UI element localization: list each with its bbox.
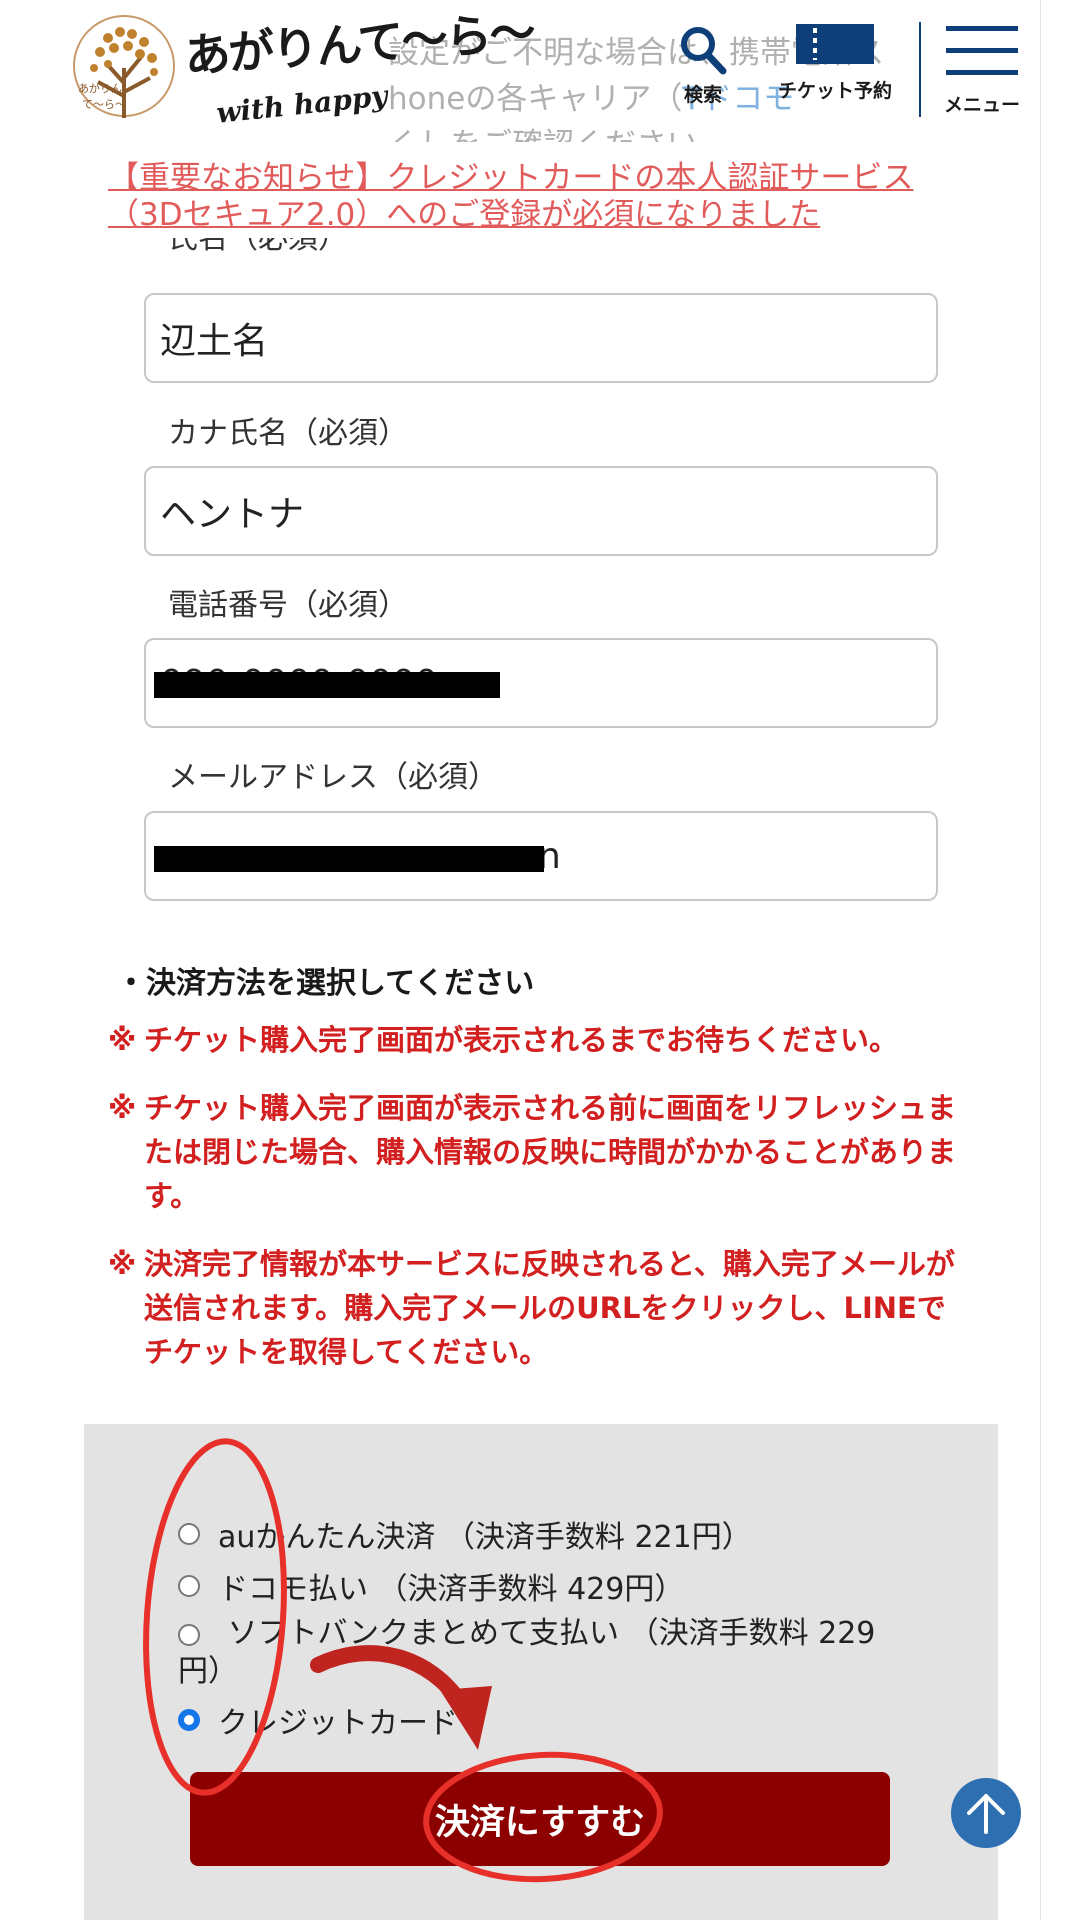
payment-option-credit-card[interactable]: クレジットカード [178,1698,458,1742]
search-icon [681,27,727,75]
search-label: 検索 [683,84,722,106]
option-label: auかんたん決済 （決済手数料 221円） [218,1520,752,1555]
page: 設定がご不明な場合は、携帯電話ス honeの各キャリア（Tドコモ くしをご確認く… [0,0,1040,1920]
option-label: クレジットカード [218,1706,458,1741]
svg-text:て〜ら〜: て〜ら〜 [82,98,126,111]
ticket-icon [796,24,874,64]
name-input[interactable]: 辺土名 [144,293,938,383]
payment-option-softbank[interactable]: ソフトバンクまとめて支払い （決済手数料 229円） [178,1615,898,1691]
scrollbar-track[interactable] [1040,0,1080,1920]
phone-field-label: 電話番号（必須） [168,588,408,623]
payment-option-au[interactable]: auかんたん決済 （決済手数料 221円） [178,1512,752,1556]
site-header: 設定がご不明な場合は、携帯電話ス honeの各キャリア（Tドコモ くしをご確認く… [0,0,1040,142]
kana-field-label: カナ氏名（必須） [168,416,408,451]
logo-tree-icon[interactable]: あがりん て〜ら〜 [68,8,180,132]
kana-input[interactable]: ヘントナ [144,466,938,556]
important-notice-link[interactable]: 【重要なお知らせ】クレジットカードの本人認証サービス （3Dセキュア2.0）へのご… [108,160,928,234]
name-field-label: 氏名（必須） [168,238,348,256]
radio-button[interactable] [178,1624,200,1646]
ticket-label: チケット予約 [777,80,892,102]
warning-text-2: ※ チケット購入完了画面が表示される前に画面をリフレッシュまたは閉じた場合、購入情… [108,1091,957,1213]
option-label: ドコモ払い （決済手数料 429円） [218,1572,685,1607]
radio-button[interactable] [178,1575,200,1597]
radio-button-selected[interactable] [178,1709,200,1731]
site-logo[interactable]: あがりんて〜ら〜 with happy [180,0,535,140]
warning-text-1: ※ チケット購入完了画面が表示されるまでお待ちください。 [108,1023,899,1057]
option-label: ソフトバンクまとめて支払い （決済手数料 229円） [178,1616,876,1689]
header-divider [919,22,921,117]
payment-method-heading: ・決済方法を選択してください [116,966,535,1001]
arrow-up-icon [967,1794,1005,1834]
email-redaction [154,846,544,872]
proceed-to-payment-button[interactable]: 決済にすすむ [190,1772,890,1866]
menu-label: メニュー [943,94,1020,116]
warning-text-3: ※ 決済完了情報が本サービスに反映されると、購入完了メールが送信されます。購入完了… [108,1247,955,1369]
menu-button[interactable]: メニュー [928,22,1036,117]
back-to-top-button[interactable] [951,1778,1021,1848]
phone-redaction [154,672,500,698]
payment-option-docomo[interactable]: ドコモ払い （決済手数料 429円） [178,1564,684,1608]
email-field-label: メールアドレス（必須） [168,760,498,795]
search-button[interactable]: 検索 [668,24,738,107]
radio-button[interactable] [178,1523,200,1545]
hamburger-icon [946,26,1018,75]
svg-text:あがりん: あがりん [78,81,122,95]
ticket-reservation-button[interactable]: チケット予約 [760,24,910,103]
logo-subtitle: with happy [214,79,389,130]
